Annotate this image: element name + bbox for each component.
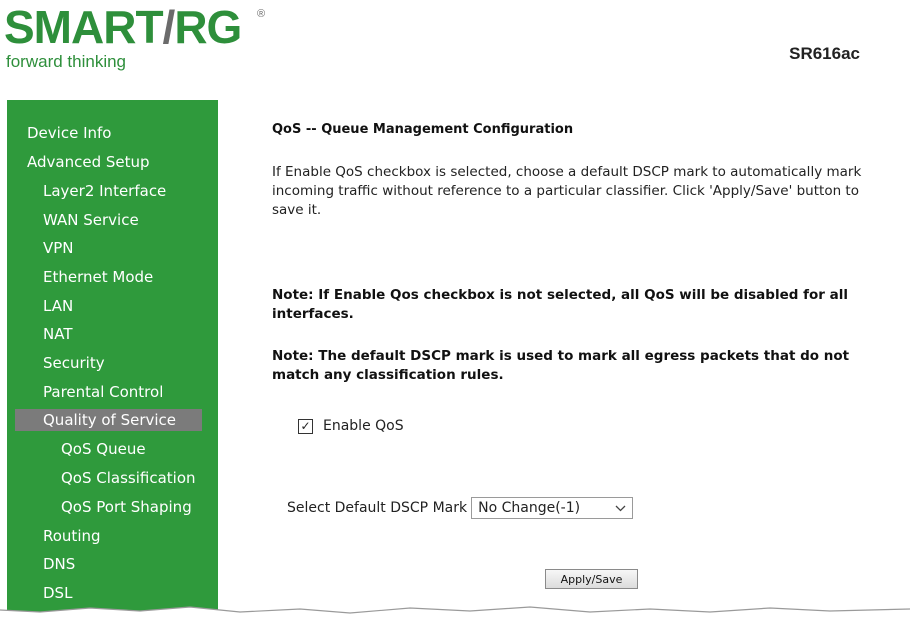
enable-qos-checkbox[interactable]: ✓ (298, 418, 313, 434)
page: SMART/RG ® forward thinking SR616ac Devi… (0, 0, 910, 619)
dscp-mark-select[interactable]: No Change(-1) (471, 497, 634, 519)
sidebar-item-device-info[interactable]: Device Info (27, 122, 111, 144)
note-default-dscp: Note: The default DSCP mark is used to m… (272, 348, 850, 383)
dscp-mark-label: Select Default DSCP Mark (287, 500, 468, 516)
chevron-down-icon (615, 502, 626, 515)
sidebar-item-security[interactable]: Security (43, 352, 105, 374)
sidebar-item-qos-queue[interactable]: QoS Queue (61, 438, 146, 460)
note-qos-disabled: Note: If Enable Qos checkbox is not sele… (272, 287, 848, 322)
sidebar-item-lan[interactable]: LAN (43, 295, 73, 317)
dscp-mark-row: Select Default DSCP Mark No Change(-1) (287, 497, 634, 519)
sidebar-item-qos-classification[interactable]: QoS Classification (61, 467, 196, 489)
dscp-mark-value: No Change(-1) (478, 500, 581, 516)
sidebar-item-ethernet-mode[interactable]: Ethernet Mode (43, 266, 153, 288)
sidebar-item-routing[interactable]: Routing (43, 525, 101, 547)
torn-edge-decoration (0, 606, 910, 619)
page-description: If Enable QoS checkbox is selected, choo… (272, 164, 862, 218)
sidebar-item-wan-service[interactable]: WAN Service (43, 209, 139, 231)
registered-mark: ® (257, 8, 266, 20)
sidebar-item-dns[interactable]: DNS (43, 553, 75, 575)
model-name: SR616ac (789, 44, 860, 63)
sidebar-item-quality-of-service[interactable]: Quality of Service (15, 409, 202, 431)
logo-tagline: forward thinking (6, 52, 127, 71)
sidebar-item-qos-port-shaping[interactable]: QoS Port Shaping (61, 496, 192, 518)
sidebar-item-vpn[interactable]: VPN (43, 237, 74, 259)
smartrg-logo: SMART/RG (4, 1, 242, 53)
sidebar-item-advanced-setup[interactable]: Advanced Setup (27, 151, 150, 173)
sidebar-item-nat[interactable]: NAT (43, 323, 72, 345)
page-title: QoS -- Queue Management Configuration (272, 122, 574, 137)
sidebar-item-parental-control[interactable]: Parental Control (43, 381, 163, 403)
enable-qos-label: Enable QoS (323, 418, 404, 434)
apply-save-button[interactable]: Apply/Save (545, 569, 638, 589)
enable-qos-row: ✓ Enable QoS (298, 418, 404, 434)
header: SMART/RG ® forward thinking SR616ac (0, 0, 910, 100)
sidebar-nav: Device Info Advanced Setup Layer2 Interf… (7, 100, 218, 615)
sidebar-item-layer2-interface[interactable]: Layer2 Interface (43, 180, 166, 202)
checkmark-icon: ✓ (300, 418, 311, 433)
